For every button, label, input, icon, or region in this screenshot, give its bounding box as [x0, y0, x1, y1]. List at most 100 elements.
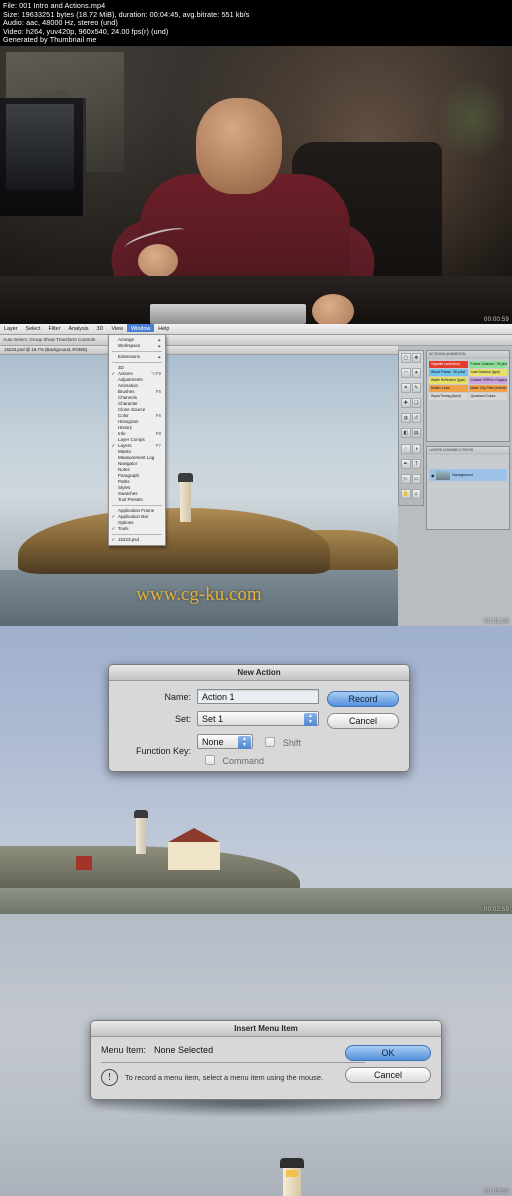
tool-dodge-icon[interactable]: ◑ [411, 443, 421, 454]
new-action-dialog[interactable]: New Action Name: Action 1 Set: Set 1 ▲ ▼ … [108, 664, 410, 772]
action-item[interactable]: Make Clip Path (selection) [468, 385, 507, 392]
window-menu-dropdown[interactable]: ArrangeWorkspaceExtensions3DActions⌥F9Ad… [108, 334, 166, 546]
layer-thumbnail [436, 470, 451, 480]
menu-separator [112, 351, 162, 352]
menu-item-extensions[interactable]: Extensions [109, 354, 165, 360]
tool-lasso-icon[interactable]: ◠ [401, 368, 411, 379]
tool-eraser-icon[interactable]: ◧ [401, 428, 411, 439]
actions-panel-tabs[interactable]: ACTIONS ANIMATION [427, 351, 509, 359]
cancel-button[interactable]: Cancel [345, 1067, 431, 1083]
tool-shape-icon[interactable]: ▭ [411, 473, 421, 484]
tool-hand-icon[interactable]: ✋ [401, 488, 411, 499]
menu-item-label: Tools [118, 526, 129, 531]
presenter-head [196, 98, 282, 194]
cancel-button[interactable]: Cancel [327, 713, 399, 729]
layers-panel[interactable]: LAYERS CHANNELS PATHS ◉ Background [426, 446, 510, 530]
command-checkbox[interactable] [205, 755, 215, 765]
menubar-item-view[interactable]: View [107, 324, 127, 332]
menu-item-label: Menu Item: [101, 1045, 147, 1055]
frame-timestamp: 00:02:59 [484, 907, 509, 913]
island-rocks [18, 508, 330, 574]
function-key-select[interactable]: None ▲ ▼ [197, 734, 253, 750]
action-name-input[interactable]: Action 1 [197, 689, 319, 704]
tool-history-icon[interactable]: ↺ [411, 413, 421, 424]
video-frame-presenter: 00:00:59 [0, 46, 512, 324]
action-item[interactable]: Sepia Toning (layer) [429, 393, 468, 400]
action-item[interactable]: Wood Frame - 50 pixel [429, 369, 468, 376]
note-text: To record a menu item, select a menu ite… [125, 1073, 323, 1082]
actions-panel-list[interactable]: Vignette (selection) Frame Channel - 50 … [427, 359, 509, 402]
stepper-arrows-icon[interactable]: ▲ ▼ [304, 713, 317, 726]
photoshop-document-canvas[interactable]: 15223.psd @ 16.7% (Background, RGB/8) ww… [0, 346, 398, 626]
menu-item-15223-psd[interactable]: 15223.psd [109, 537, 165, 543]
tool-gradient-icon[interactable]: ▤ [411, 428, 421, 439]
menu-item-tool-presets[interactable]: Tool Presets [109, 497, 165, 503]
document-tab[interactable]: 15223.psd @ 16.7% (Background, RGB/8) [0, 346, 398, 355]
plant-decor [440, 80, 504, 176]
ok-button[interactable]: OK [345, 1045, 431, 1061]
menubar-item-select[interactable]: Select [22, 324, 45, 332]
menu-item-label: Extensions [118, 354, 141, 359]
menubar-item-help[interactable]: Help [154, 324, 173, 332]
tool-blur-icon[interactable]: ◌ [401, 443, 411, 454]
dialog-title: Insert Menu Item [91, 1021, 441, 1037]
tool-pen-icon[interactable]: ✒ [401, 458, 411, 469]
tool-type-icon[interactable]: T [411, 458, 421, 469]
action-item[interactable]: Water Reflection (type) [429, 377, 468, 384]
menubar-item-filter[interactable]: Filter [44, 324, 64, 332]
media-info-header: File: 001 Intro and Actions.mp4 Size: 19… [0, 0, 512, 46]
red-shed [76, 856, 92, 870]
keyboard [150, 304, 306, 324]
layer-row[interactable]: ◉ Background [429, 469, 507, 481]
action-item[interactable]: Frame Channel - 50 pixel [468, 361, 507, 368]
insert-menu-item-dialog[interactable]: Insert Menu Item Menu Item: None Selecte… [90, 1020, 442, 1100]
frame-timestamp: 00:01:59 [484, 619, 509, 625]
menu-item-workspace[interactable]: Workspace [109, 343, 165, 349]
action-item[interactable]: Custom RGB to Grayscale [468, 377, 507, 384]
menu-separator [112, 505, 162, 506]
video-frame-photoshop-menu: Layer Select Filter Analysis 3D View Window Hel… [0, 324, 512, 626]
action-item[interactable]: Cast Shadow (type) [468, 369, 507, 376]
foreground-land [0, 888, 512, 914]
tool-wand-icon[interactable]: ✦ [411, 368, 421, 379]
thumbnail-sheet: File: 001 Intro and Actions.mp4 Size: 19… [0, 0, 512, 1196]
frame-timestamp: 00:03:59 [484, 1189, 509, 1195]
menubar-item-layer[interactable]: Layer [0, 324, 22, 332]
tool-zoom-icon[interactable]: ⌕ [411, 488, 421, 499]
tool-brush-icon[interactable]: ❏ [411, 398, 421, 409]
keeper-house [168, 842, 220, 870]
tool-path-icon[interactable]: ▷ [401, 473, 411, 484]
island-ridge [0, 846, 300, 892]
menubar-item-analysis[interactable]: Analysis [64, 324, 92, 332]
layer-name: Background [452, 473, 473, 477]
action-item[interactable]: Quadrant Colors [468, 393, 507, 400]
name-label: Name: [164, 691, 191, 702]
stepper-arrows-icon[interactable]: ▲ ▼ [238, 736, 251, 750]
tool-marquee-icon[interactable]: ▢ [401, 353, 411, 363]
set-select[interactable]: Set 1 ▲ ▼ [197, 711, 319, 726]
menubar-item-window[interactable]: Window [127, 324, 155, 332]
menubar-item-3d[interactable]: 3D [93, 324, 108, 332]
command-label: Command [222, 756, 264, 766]
shift-checkbox[interactable] [265, 737, 276, 747]
photoshop-toolbar[interactable]: ▢ ✥ ◠ ✦ ⌗ ✎ ✚ ❏ ◍ ↺ ◧ ▤ ◌ ◑ ✒ T ▷ ▭ ✋ ⌕ [398, 350, 424, 506]
tool-healing-icon[interactable]: ✚ [401, 398, 411, 409]
tool-crop-icon[interactable]: ⌗ [401, 383, 411, 394]
tool-eyedropper-icon[interactable]: ✎ [411, 383, 421, 394]
tool-move-icon[interactable]: ✥ [411, 353, 421, 363]
actions-panel[interactable]: ACTIONS ANIMATION Vignette (selection) F… [426, 350, 510, 442]
lighthouse [178, 473, 193, 522]
photoshop-options-bar[interactable]: Auto-Select: Group Show Transform Contro… [0, 335, 512, 346]
layer-visibility-icon[interactable]: ◉ [431, 473, 434, 478]
menu-item-label: Workspace [118, 343, 141, 348]
photoshop-menubar[interactable]: Layer Select Filter Analysis 3D View Window Hel… [0, 324, 512, 335]
layers-panel-tabs[interactable]: LAYERS CHANNELS PATHS [427, 447, 509, 455]
action-item[interactable]: Vignette (selection) [429, 361, 468, 368]
record-button[interactable]: Record [327, 691, 399, 707]
menu-item-value: None Selected [154, 1045, 214, 1055]
tool-stamp-icon[interactable]: ◍ [401, 413, 411, 424]
media-info-line-generator: Generated by Thumbnail me [3, 36, 97, 45]
action-item[interactable]: Molten Lead [429, 385, 468, 392]
menu-item-tools[interactable]: Tools [109, 526, 165, 532]
menu-separator [112, 534, 162, 535]
